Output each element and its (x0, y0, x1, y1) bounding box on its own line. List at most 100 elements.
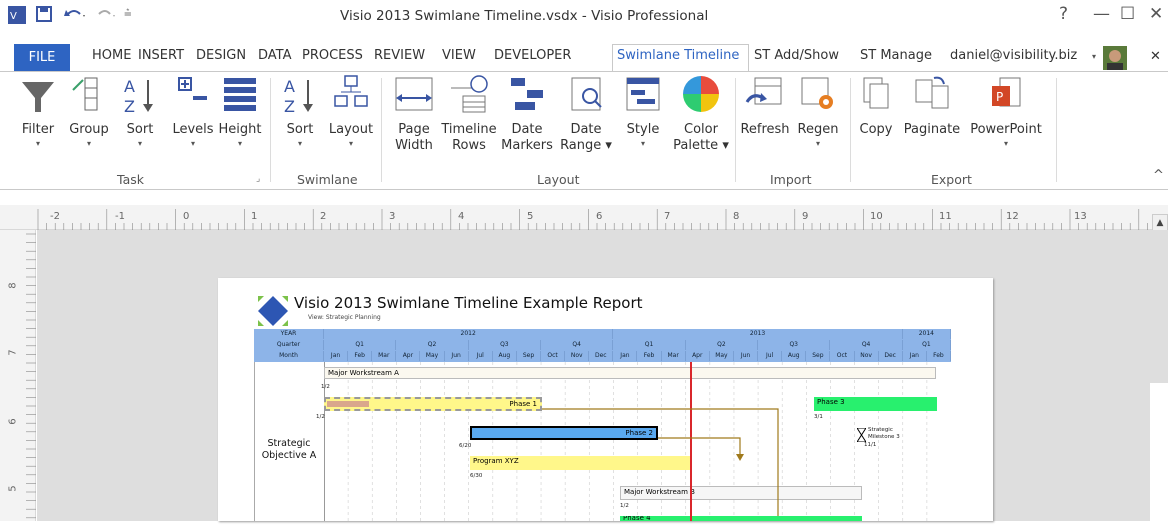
maximize-button[interactable]: ☐ (1120, 4, 1135, 24)
group-label-swimlane: Swimlane (297, 172, 358, 187)
ribbon-separator (735, 78, 736, 182)
ruler-label: 9 (802, 211, 809, 222)
sort-az-icon: AZ (124, 77, 153, 114)
vertical-ruler: 8 7 6 5 (0, 230, 36, 521)
ruler-label: 7 (664, 211, 671, 222)
svg-text:A: A (124, 77, 135, 96)
tab-file[interactable]: FILE (14, 44, 70, 72)
regen-button[interactable]: Regen ▾ (794, 74, 842, 150)
svg-text:Z: Z (284, 97, 295, 114)
tab-review[interactable]: REVIEW (374, 48, 425, 63)
group-label-export: Export (931, 172, 972, 187)
ruler-label: 8 (733, 211, 740, 222)
levels-icon (178, 77, 207, 100)
date-range-icon (571, 77, 602, 111)
avatar[interactable] (1103, 46, 1127, 70)
powerpoint-button[interactable]: P PowerPoint ▾ (965, 74, 1047, 150)
tab-data[interactable]: DATA (258, 48, 292, 63)
ruler-label: -1 (115, 211, 125, 222)
ruler-label: 6 (596, 211, 603, 222)
height-button[interactable]: Height ▾ (216, 74, 264, 150)
style-button[interactable]: Style ▾ (620, 74, 666, 150)
levels-button[interactable]: Levels ▾ (170, 74, 216, 150)
milestone-icon[interactable] (857, 428, 866, 442)
task-sort-button[interactable]: AZ Sort ▾ (120, 74, 160, 150)
date-label: 6/20 (459, 443, 472, 449)
milestone-label: Strategic Milestone 3 (868, 427, 900, 440)
tab-design[interactable]: DESIGN (196, 48, 246, 63)
powerpoint-icon: P (992, 77, 1021, 107)
group-label-import: Import (770, 172, 812, 187)
copy-icon (863, 77, 889, 109)
ruler-label: 12 (1006, 211, 1019, 222)
undo-icon[interactable] (64, 6, 88, 22)
tab-st-manage[interactable]: ST Manage (860, 48, 932, 63)
horizontal-ruler: -2 -1 0 1 2 3 4 5 6 7 8 9 10 11 12 13 (0, 205, 1168, 230)
svg-text:V: V (10, 11, 17, 22)
ruler-label: 6 (7, 418, 19, 425)
minimize-button[interactable]: — (1093, 4, 1110, 24)
date-label: 1/2 (321, 384, 330, 390)
tab-swimlane-timeline[interactable]: Swimlane Timeline (617, 48, 739, 63)
date-label: 3/1 (814, 414, 823, 420)
page-width-button[interactable]: Page Width (389, 74, 439, 154)
date-label: 1/2 (316, 414, 325, 420)
color-palette-icon (683, 76, 719, 112)
group-button[interactable]: Group ▾ (64, 74, 114, 150)
ribbon: Filter ▾ Group ▾ AZ Sort ▾ Levels ▾ Height ▾ … (0, 71, 1168, 190)
ruler-label: 11 (939, 211, 952, 222)
redo-icon[interactable] (96, 6, 120, 22)
tab-st-add-show[interactable]: ST Add/Show (754, 48, 839, 63)
ruler-label: 0 (183, 211, 190, 222)
customize-qat-icon[interactable]: ⩮ (124, 6, 132, 21)
tab-insert[interactable]: INSERT (138, 48, 184, 63)
close-ribbon-icon[interactable]: ✕ (1150, 49, 1161, 64)
ruler-label: 8 (7, 282, 19, 289)
copy-button[interactable]: Copy (856, 74, 896, 138)
date-range-button[interactable]: Date Range ▾ (556, 74, 616, 154)
sort-az-icon: AZ (284, 77, 313, 114)
tab-home[interactable]: HOME (92, 48, 131, 63)
tab-view[interactable]: VIEW (442, 48, 476, 63)
next-page (1150, 383, 1168, 521)
title-bar: V ⩮ Visio 2013 Swimlane Timeline.vsdx - … (0, 0, 1168, 32)
ruler-label: 10 (870, 211, 883, 222)
filter-button[interactable]: Filter ▾ (18, 74, 58, 150)
window-title: Visio 2013 Swimlane Timeline.vsdx - Visi… (340, 8, 709, 24)
ribbon-separator (270, 78, 271, 182)
tab-developer[interactable]: DEVELOPER (494, 48, 571, 63)
layout-button[interactable]: Layout ▾ (326, 74, 376, 150)
ruler-label: 1 (251, 211, 258, 222)
drawing-page[interactable]: Visio 2013 Swimlane Timeline Example Rep… (218, 278, 993, 521)
ribbon-separator (1056, 78, 1057, 182)
date-markers-icon (511, 78, 543, 110)
account-dropdown-icon[interactable]: ▾ (1092, 52, 1096, 61)
collapse-ribbon-icon[interactable]: ^ (1153, 168, 1164, 183)
ruler-label: 13 (1074, 211, 1087, 222)
help-button[interactable]: ? (1059, 4, 1068, 24)
dialog-launcher-icon[interactable]: ⌟ (256, 174, 260, 184)
ruler-label: 5 (7, 485, 19, 492)
tab-process[interactable]: PROCESS (302, 48, 363, 63)
svg-text:Z: Z (124, 97, 135, 114)
save-icon[interactable] (36, 6, 52, 22)
ruler-label: -2 (50, 211, 60, 222)
group-icon (72, 77, 98, 111)
refresh-button[interactable]: Refresh (738, 74, 792, 138)
color-palette-button[interactable]: Color Palette ▾ (670, 74, 732, 154)
timeline-rows-icon (451, 75, 488, 113)
ruler-label: 5 (527, 211, 534, 222)
timeline-rows-button[interactable]: Timeline Rows (440, 74, 498, 154)
paginate-icon (915, 76, 949, 109)
close-window-button[interactable]: ✕ (1149, 4, 1163, 24)
ruler-label: 3 (389, 211, 396, 222)
filter-icon (22, 82, 54, 112)
ribbon-tabs: FILE HOME INSERT DESIGN DATA PROCESS REV… (0, 44, 1168, 74)
paginate-button[interactable]: Paginate (900, 74, 964, 138)
account-name[interactable]: daniel@visibility.biz (950, 48, 1077, 63)
date-markers-button[interactable]: Date Markers (500, 74, 554, 154)
ribbon-separator (381, 78, 382, 182)
group-label-task: Task (117, 172, 144, 187)
date-label: 1/2 (620, 503, 629, 509)
swimlane-sort-button[interactable]: AZ Sort ▾ (280, 74, 320, 150)
